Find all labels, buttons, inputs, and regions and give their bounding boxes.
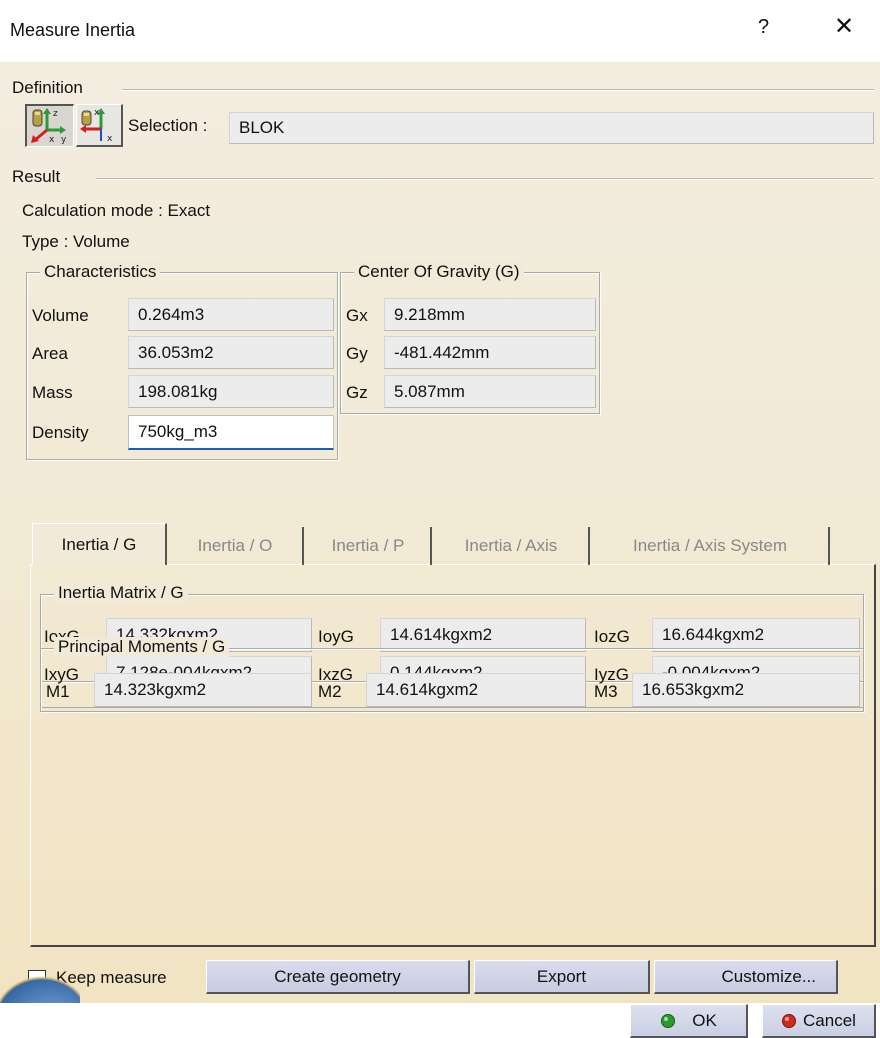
ok-button[interactable]: OK <box>630 1004 748 1038</box>
m1-field[interactable]: 14.323kgxm2 <box>94 673 312 707</box>
m1-label: M1 <box>46 682 70 701</box>
globe-decoration-icon <box>0 976 80 1003</box>
axis-measure-icon: x x <box>80 108 113 144</box>
tab-inertia-axis[interactable]: Inertia / Axis <box>434 527 590 565</box>
calculation-mode: Calculation mode : Exact <box>22 201 211 220</box>
density-label: Density <box>32 423 89 442</box>
m2-field[interactable]: 14.614kgxm2 <box>366 673 586 707</box>
principal-moments-label: Principal Moments / G <box>54 637 230 657</box>
result-label: Result <box>12 167 61 186</box>
axis-system-icon: z x y <box>31 108 67 145</box>
svg-text:x: x <box>94 108 100 118</box>
tab-inertia-o[interactable]: Inertia / O <box>168 527 304 565</box>
gy-field[interactable]: -481.442mm <box>384 336 596 369</box>
title-bar: Measure Inertia ? ✕ <box>0 0 880 62</box>
m3-label: M3 <box>594 682 618 701</box>
customize-button[interactable]: Customize... <box>654 960 838 994</box>
m2-label: M2 <box>318 682 342 701</box>
cancel-red-dot-icon <box>782 1013 797 1028</box>
mass-label: Mass <box>32 383 73 402</box>
close-button[interactable]: ✕ <box>834 12 854 41</box>
area-label: Area <box>32 344 68 363</box>
gy-label: Gy <box>346 344 368 363</box>
gz-field[interactable]: 5.087mm <box>384 375 596 408</box>
area-field[interactable]: 36.053m2 <box>128 336 334 369</box>
m3-field[interactable]: 16.653kgxm2 <box>632 673 860 707</box>
measure-only-axis-icon-button[interactable]: x x <box>76 104 123 147</box>
ioyg-label: IoyG <box>318 627 354 646</box>
ok-green-dot-icon <box>661 1013 676 1028</box>
window-title: Measure Inertia <box>10 20 136 40</box>
svg-text:x: x <box>49 135 55 145</box>
iozg-label: IozG <box>594 627 630 646</box>
density-input[interactable]: 750kg_m3 <box>128 415 334 450</box>
dialog-body: Definition z x y x x Selection: BLOK Re… <box>0 62 880 1038</box>
tab-inertia-p[interactable]: Inertia / P <box>306 527 432 565</box>
center-of-gravity-label: Center Of Gravity (G) <box>354 262 524 282</box>
export-button[interactable]: Export <box>474 960 650 994</box>
measure-axis-icon-button[interactable]: z x y <box>25 104 74 147</box>
gz-label: Gz <box>346 383 368 402</box>
help-button[interactable]: ? <box>758 16 769 39</box>
tab-inertia-g[interactable]: Inertia / G <box>32 523 167 565</box>
definition-label: Definition <box>12 78 83 97</box>
ioyg-field[interactable]: 14.614kgxm2 <box>380 618 586 652</box>
gx-label: Gx <box>346 306 368 325</box>
cancel-button[interactable]: Cancel <box>762 1004 876 1038</box>
result-type: Type : Volume <box>22 232 130 251</box>
cancel-label: Cancel <box>803 1010 856 1030</box>
ok-label: OK <box>692 1010 717 1030</box>
svg-text:y: y <box>61 135 67 145</box>
gx-field[interactable]: 9.218mm <box>384 298 596 331</box>
selection-field[interactable]: BLOK <box>229 112 874 144</box>
inertia-matrix-label: Inertia Matrix / G <box>54 583 188 603</box>
volume-label: Volume <box>32 306 89 325</box>
create-geometry-button[interactable]: Create geometry <box>206 960 470 994</box>
tab-inertia-axis-system[interactable]: Inertia / Axis System <box>592 527 830 565</box>
svg-text:x: x <box>107 134 113 144</box>
svg-text:z: z <box>53 109 58 119</box>
iozg-field[interactable]: 16.644kgxm2 <box>652 618 860 652</box>
definition-divider <box>122 89 874 91</box>
selection-label: Selection : <box>128 116 208 135</box>
volume-field[interactable]: 0.264m3 <box>128 298 334 331</box>
mass-field[interactable]: 198.081kg <box>128 375 334 408</box>
characteristics-label: Characteristics <box>40 262 161 282</box>
result-divider <box>96 178 874 180</box>
